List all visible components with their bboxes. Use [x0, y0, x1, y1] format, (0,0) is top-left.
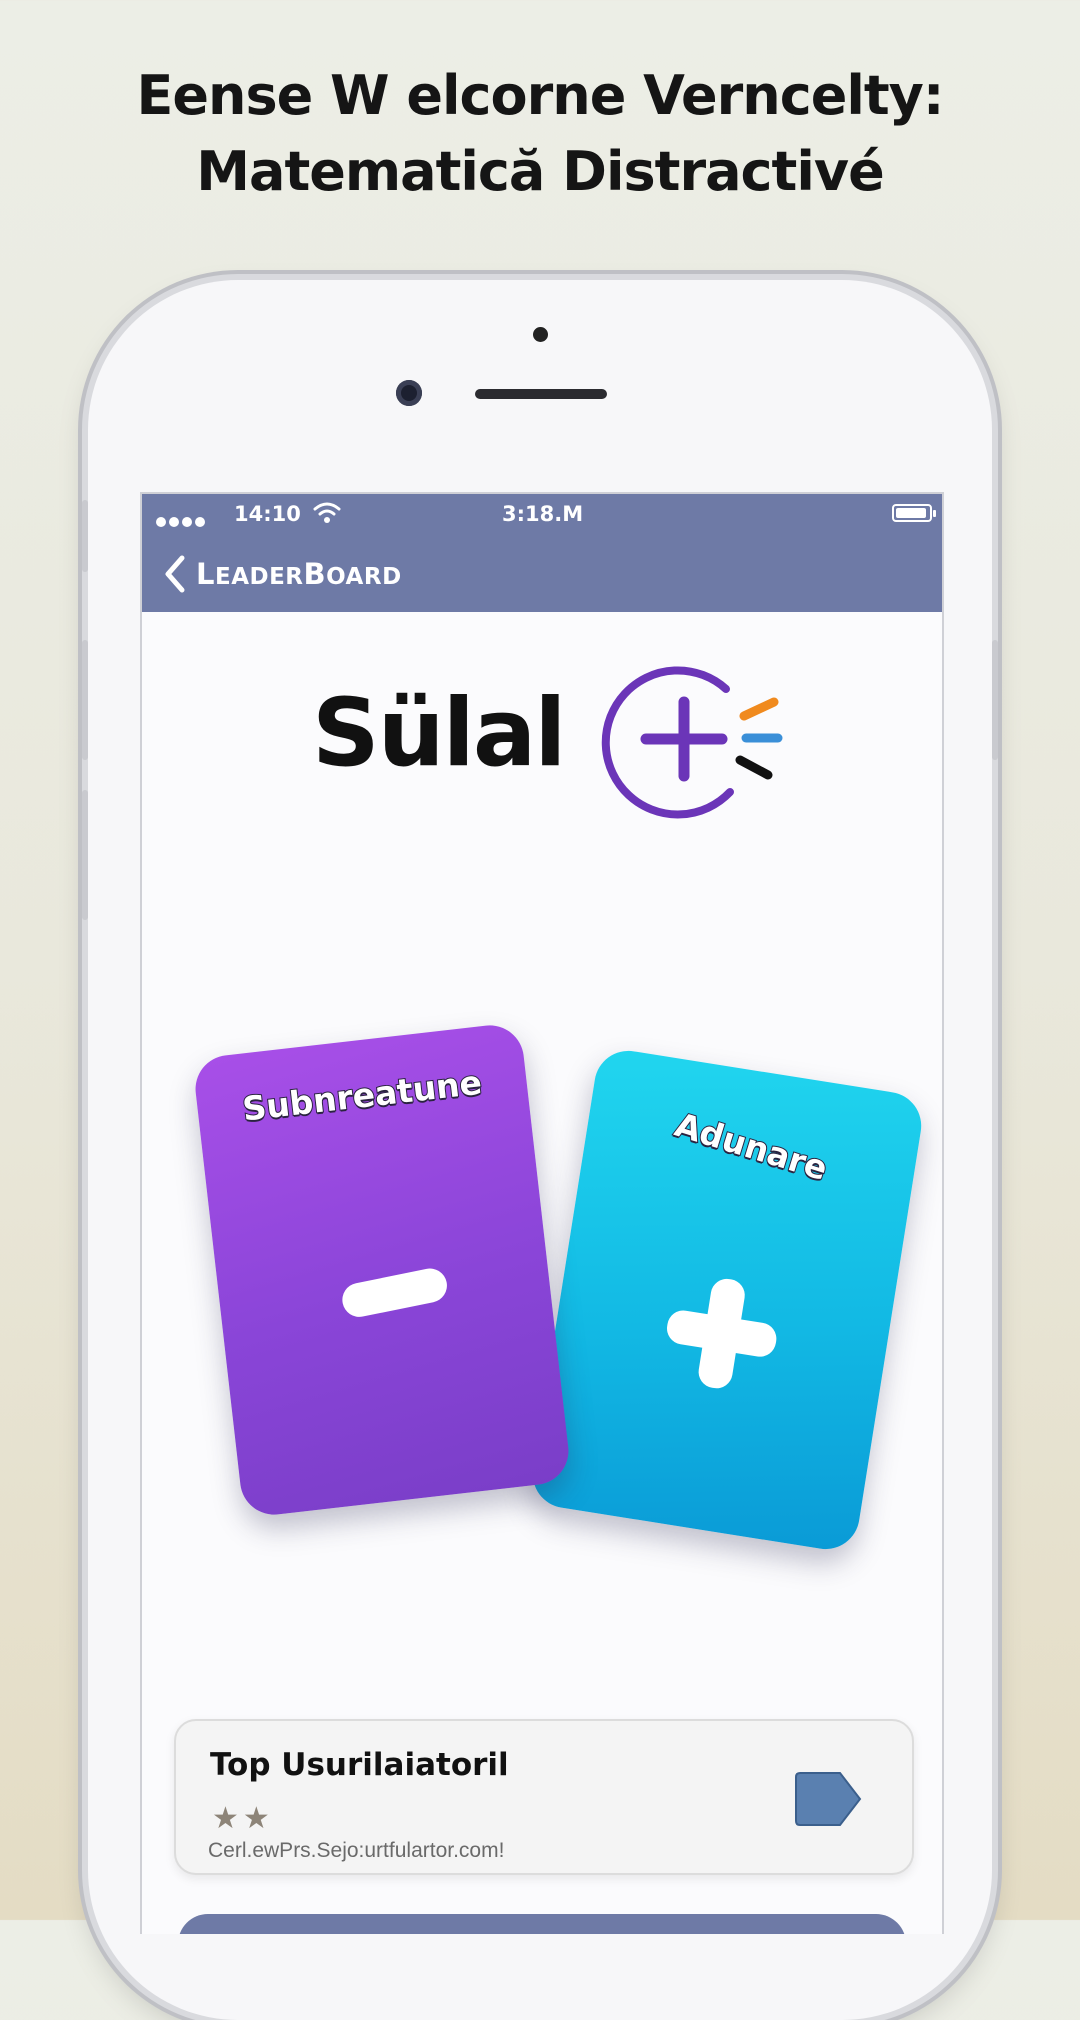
top-users-card[interactable]: Top Usurilaiatoril ★★ Cerl.ewPrs.Sejo:ur… [174, 1719, 914, 1875]
headline-line-2: Matematică Distractivé [196, 140, 884, 203]
back-label-eader: EADER [214, 564, 304, 590]
subtraction-card-label: Subnreatune [239, 1062, 484, 1130]
back-label-b: B [303, 557, 327, 591]
addition-card[interactable]: Adunare [527, 1046, 927, 1554]
status-bar: 14:10 3:18.M [142, 494, 942, 536]
app-logo: Sülal [142, 654, 942, 819]
back-label: LEADERBOARD [196, 557, 402, 591]
top-users-url: Cerl.ewPrs.Sejo:urtfulartor.com! [208, 1839, 505, 1862]
phone-speaker [475, 389, 607, 399]
status-time-center: 3:18.M [502, 502, 584, 526]
phone-volume-down-button [82, 790, 88, 920]
back-label-oard: OARD [326, 564, 402, 590]
back-label-l: L [196, 557, 215, 591]
logo-text: Sülal [312, 679, 566, 788]
plus-icon [659, 1271, 785, 1397]
nav-bar: LEADERBOARD [142, 536, 942, 612]
chevron-left-icon [165, 555, 185, 593]
star-rating: ★★ [212, 1802, 274, 1835]
app-screen: 14:10 3:18.M LEADERBOARD Sülal Subnreatu [140, 492, 944, 1934]
status-time-left: 14:10 [234, 502, 301, 526]
phone-sensor [533, 327, 548, 342]
phone-side-button [82, 500, 88, 572]
math-logo-icon [601, 666, 783, 819]
back-to-leaderboard-button[interactable]: LEADERBOARD [160, 550, 402, 598]
bottom-action-bar[interactable] [178, 1914, 906, 1934]
phone-volume-up-button [82, 640, 88, 760]
tag-arrow-icon[interactable] [792, 1771, 864, 1827]
wifi-icon [313, 502, 341, 523]
subtraction-card[interactable]: Subnreatune [191, 1021, 573, 1519]
phone-camera [396, 380, 422, 406]
battery-icon [892, 504, 936, 522]
headline: Eense W elcorne Verncelty: Matematică Di… [0, 58, 1080, 210]
minus-icon [339, 1265, 450, 1320]
addition-card-label: Adunare [670, 1104, 834, 1189]
signal-icon [156, 508, 208, 532]
top-users-title: Top Usurilaiatoril [210, 1747, 509, 1783]
headline-line-1: Eense W elcorne Verncelty: [136, 64, 945, 127]
phone-power-button [992, 640, 998, 760]
